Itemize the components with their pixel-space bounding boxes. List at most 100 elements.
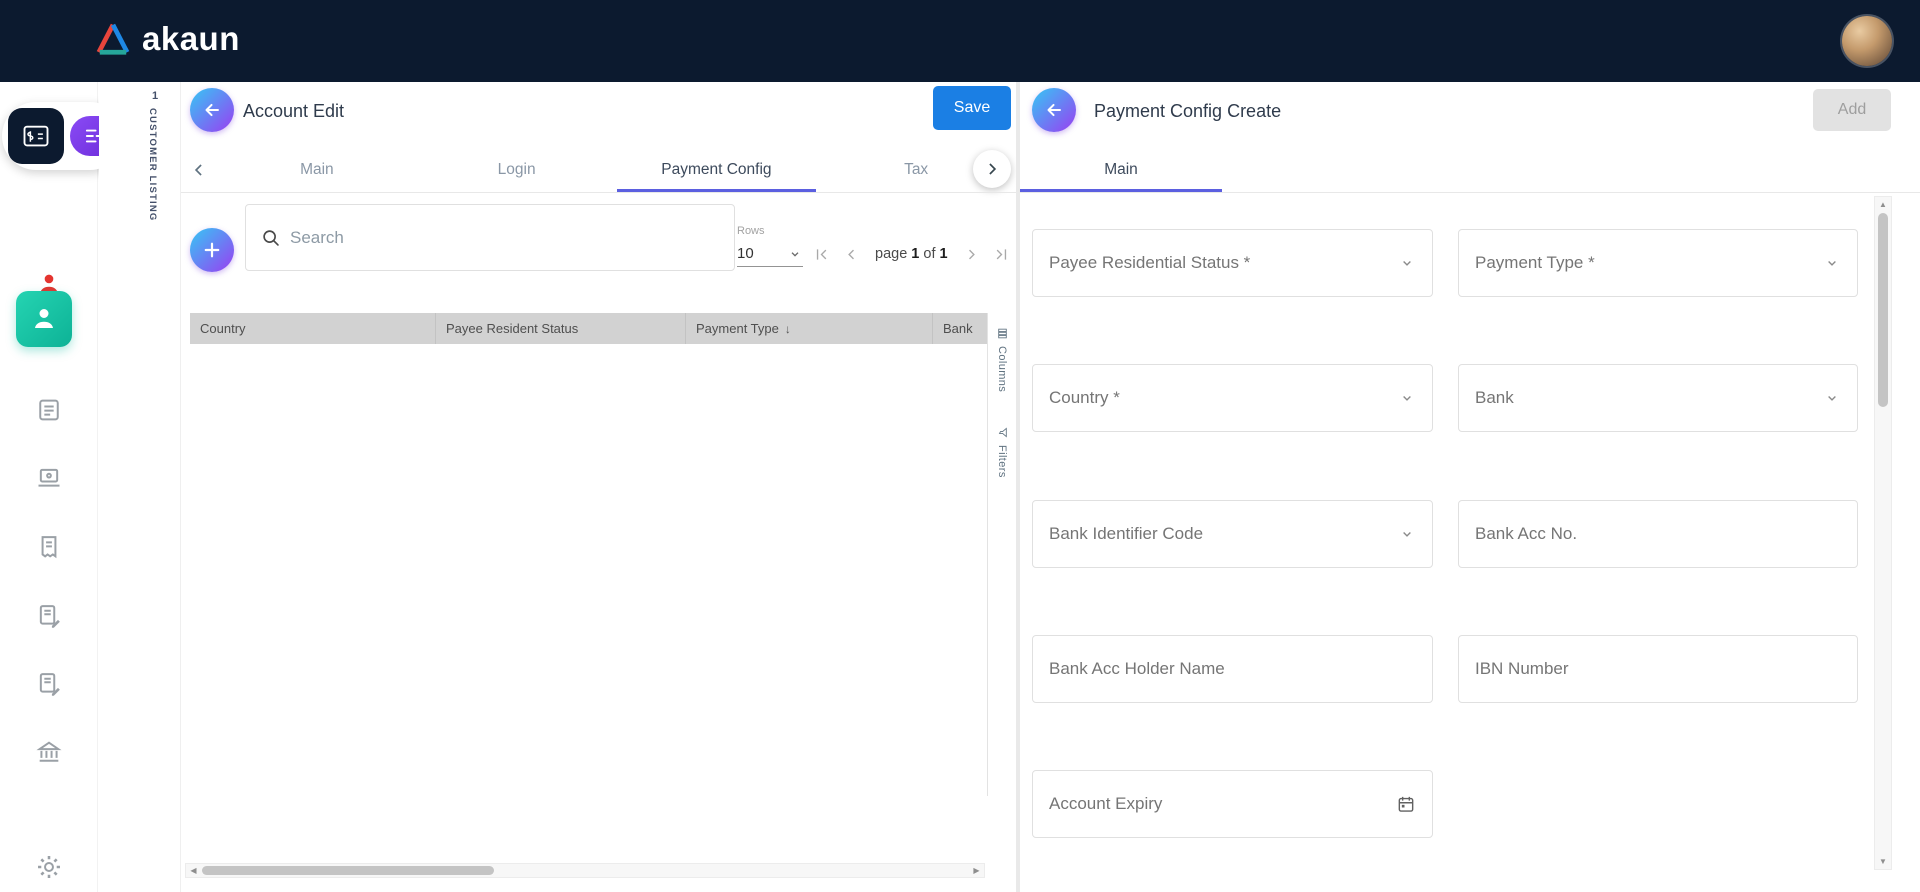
- chevron-left-icon: [189, 160, 209, 180]
- column-header-country[interactable]: Country: [190, 313, 436, 344]
- sort-desc-icon: ↓: [785, 322, 791, 336]
- sidebar-item-notes[interactable]: [0, 396, 98, 424]
- divider: [1020, 192, 1920, 193]
- page-indicator: page 1 of 1: [875, 246, 948, 262]
- next-page-button[interactable]: [960, 242, 984, 266]
- field-label: Payee Residential Status *: [1049, 253, 1250, 273]
- field-label: Bank Acc No.: [1475, 524, 1577, 544]
- sidebar-item-bank[interactable]: [0, 738, 98, 766]
- calendar-icon: [1396, 794, 1416, 814]
- columns-label: Columns: [996, 346, 1008, 392]
- field-bank-acc-holder-name[interactable]: Bank Acc Holder Name: [1032, 635, 1433, 703]
- add-button[interactable]: Add: [1813, 89, 1891, 131]
- current-page: 1: [911, 246, 919, 262]
- account-edit-panel: Account Edit Save Main Login Payment Con…: [181, 82, 1016, 892]
- scrollbar-thumb[interactable]: [1878, 213, 1888, 407]
- column-header-payment-type[interactable]: Payment Type ↓: [686, 313, 933, 344]
- field-label: IBN Number: [1475, 659, 1569, 679]
- sidebar-item-settings[interactable]: [0, 853, 98, 881]
- rows-label: Rows: [737, 225, 811, 237]
- add-row-button[interactable]: [190, 228, 234, 272]
- rows-per-page-select[interactable]: Rows 10: [737, 225, 811, 267]
- last-page-icon: [992, 245, 1011, 264]
- brand-name: akaun: [142, 20, 240, 58]
- field-payment-type[interactable]: Payment Type *: [1458, 229, 1858, 297]
- pagination: page 1 of 1: [809, 240, 1014, 268]
- scroll-down-icon[interactable]: ▼: [1876, 854, 1891, 869]
- back-arrow-icon: [1043, 99, 1065, 121]
- sidebar-item-pos-device[interactable]: [0, 464, 98, 492]
- scrollbar-track[interactable]: [201, 864, 969, 877]
- doc-edit-icon: [35, 602, 63, 630]
- page-word: page: [875, 246, 907, 262]
- rows-value: 10: [737, 245, 754, 262]
- tabs-scroll-left-button[interactable]: [181, 148, 217, 192]
- back-arrow-icon: [201, 99, 223, 121]
- first-page-icon: [812, 245, 831, 264]
- chevron-right-icon: [982, 159, 1002, 179]
- filters-tool-button[interactable]: Filters: [996, 426, 1009, 478]
- tab-main[interactable]: Main: [217, 148, 417, 192]
- field-label: Account Expiry: [1049, 794, 1162, 814]
- open-tab-customer-listing[interactable]: CUSTOMER LISTING: [147, 108, 158, 222]
- tab-login[interactable]: Login: [417, 148, 617, 192]
- scrollbar-thumb[interactable]: [202, 866, 494, 875]
- total-pages: 1: [940, 246, 948, 262]
- tabs-scroll-right-button[interactable]: [973, 150, 1011, 188]
- vertical-scrollbar[interactable]: ▲ ▼: [1874, 196, 1892, 870]
- receipt-icon: [35, 533, 63, 561]
- scroll-up-icon[interactable]: ▲: [1876, 197, 1891, 212]
- field-label: Payment Type *: [1475, 253, 1595, 273]
- payment-config-create-panel: Payment Config Create Add Main Payee Res…: [1020, 82, 1920, 892]
- field-bank-acc-no[interactable]: Bank Acc No.: [1458, 500, 1858, 568]
- dropdown-caret-icon: [1823, 389, 1841, 407]
- field-bank-identifier-code[interactable]: Bank Identifier Code: [1032, 500, 1433, 568]
- bank-icon: [35, 738, 63, 766]
- open-tab-number: 1: [152, 90, 158, 102]
- scroll-left-icon[interactable]: ◀: [186, 863, 201, 878]
- columns-icon: [996, 327, 1009, 340]
- horizontal-scrollbar[interactable]: ◀ ▶: [185, 863, 985, 878]
- plus-icon: [201, 239, 223, 261]
- dropdown-caret-icon: [787, 246, 803, 262]
- sidebar-item-customer-listing-active[interactable]: [16, 291, 72, 347]
- prev-page-button[interactable]: [839, 242, 863, 266]
- back-button[interactable]: [190, 88, 234, 132]
- open-windows-strip: 1 CUSTOMER LISTING: [99, 82, 181, 892]
- sidebar-item-receipts[interactable]: [0, 533, 98, 561]
- last-page-button[interactable]: [990, 242, 1014, 266]
- of-word: of: [923, 246, 935, 262]
- column-header-bank[interactable]: Bank: [933, 313, 987, 344]
- pos-terminal-button[interactable]: [8, 108, 64, 164]
- sidebar-item-document-edit-2[interactable]: [0, 670, 98, 698]
- sidebar: [0, 82, 98, 892]
- scrollbar-track[interactable]: [1875, 212, 1891, 854]
- field-country[interactable]: Country *: [1032, 364, 1433, 432]
- field-ibn-number[interactable]: IBN Number: [1458, 635, 1858, 703]
- gear-icon: [35, 853, 63, 881]
- search-icon: [260, 227, 282, 249]
- tab-payment-config[interactable]: Payment Config: [617, 148, 817, 192]
- tab-main[interactable]: Main: [1020, 148, 1222, 192]
- field-bank[interactable]: Bank: [1458, 364, 1858, 432]
- first-page-button[interactable]: [809, 242, 833, 266]
- dropdown-caret-icon: [1398, 389, 1416, 407]
- page-title: Account Edit: [243, 101, 344, 122]
- scroll-right-icon[interactable]: ▶: [969, 863, 984, 878]
- sidebar-item-document-edit[interactable]: [0, 602, 98, 630]
- user-avatar[interactable]: [1842, 16, 1892, 66]
- column-header-payee-resident-status[interactable]: Payee Resident Status: [436, 313, 686, 344]
- notes-list-icon: [35, 396, 63, 424]
- back-button[interactable]: [1032, 88, 1076, 132]
- table-header: Country Payee Resident Status Payment Ty…: [190, 313, 987, 344]
- column-label: Payment Type: [696, 321, 779, 336]
- search-box: [245, 204, 735, 271]
- search-input[interactable]: [290, 228, 720, 248]
- field-payee-residential-status[interactable]: Payee Residential Status *: [1032, 229, 1433, 297]
- save-button[interactable]: Save: [933, 86, 1011, 130]
- field-account-expiry[interactable]: Account Expiry: [1032, 770, 1433, 838]
- columns-tool-button[interactable]: Columns: [996, 327, 1009, 392]
- top-app-bar: akaun: [0, 0, 1920, 82]
- filters-label: Filters: [996, 445, 1008, 478]
- field-label: Bank Acc Holder Name: [1049, 659, 1225, 679]
